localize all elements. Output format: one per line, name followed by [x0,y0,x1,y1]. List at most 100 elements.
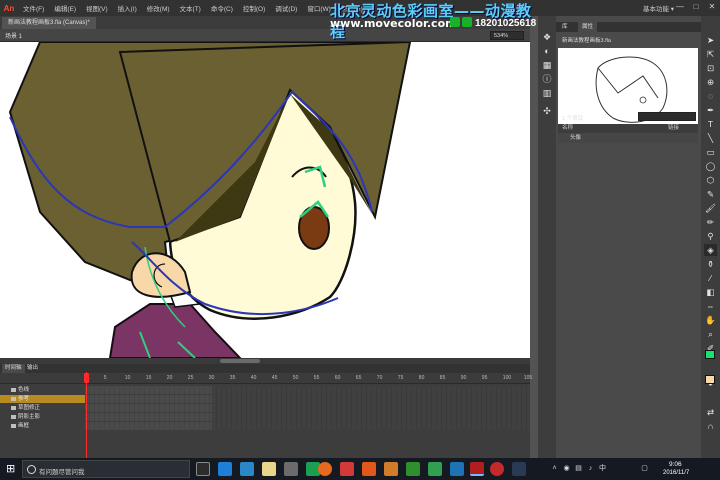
app-dark-icon[interactable] [512,462,526,476]
menu-commands[interactable]: 命令(C) [206,3,238,13]
frame-ruler[interactable]: 1510152025303540455055606570758085909510… [0,374,553,384]
width-tool-icon[interactable]: ⇔ [704,300,717,312]
col-linkage[interactable]: 链接 [668,124,679,133]
col-name[interactable]: 名称 [562,124,573,133]
layer-empty-frames[interactable] [212,404,530,412]
hand-tool-icon[interactable]: ✋ [704,314,717,326]
cortana-search-box[interactable]: 有问题尽管问我 [22,460,190,478]
animate-app-icon[interactable] [470,462,484,476]
polystar-icon[interactable]: ⬡ [704,174,717,186]
brush-tool-icon[interactable]: 🖌 [704,202,717,214]
menu-modify[interactable]: 修改(M) [142,3,175,13]
rectangle-tool-icon[interactable]: ▭ [704,146,717,158]
oval-tool-icon[interactable]: ◯ [704,160,717,172]
zoom-field[interactable]: 534% [490,31,524,40]
layer-row[interactable]: 阴影主影 [0,413,530,421]
tab-output[interactable]: 输出 [24,364,41,373]
fill-color-swatch[interactable] [705,375,715,384]
eraser-icon[interactable]: ◧ [704,286,717,298]
swatches-icon[interactable]: ▦ [542,60,552,70]
3d-rotation-icon[interactable]: ⊕ [704,76,717,88]
wechat-app-icon[interactable] [406,462,420,476]
menu-help[interactable]: 帮助(H) [336,3,368,13]
layer-row[interactable]: 画框 [0,422,530,430]
align-icon[interactable]: ▥ [542,88,552,98]
menu-insert[interactable]: 插入(I) [113,3,142,13]
stage-canvas[interactable] [0,42,530,358]
windows-start-icon[interactable]: ⊞ [6,463,18,475]
layers-icon[interactable]: ❖ [542,32,552,42]
info-icon[interactable]: ⓘ [542,74,552,84]
firefox-icon[interactable] [318,462,332,476]
layer-row[interactable]: 草图修正 [0,404,530,412]
minimize-button[interactable]: — [674,2,686,13]
recorder-app-icon[interactable] [490,462,504,476]
color-icon[interactable]: ◐ [542,46,552,56]
tray-arrow-icon[interactable]: ˄ [550,464,559,473]
file-explorer-icon[interactable] [262,462,276,476]
tab-properties[interactable]: 属性 [578,22,598,32]
tab-timeline[interactable]: 时间轴 [2,364,25,373]
maximize-button[interactable]: □ [690,2,702,13]
menu-control[interactable]: 控制(O) [238,3,270,13]
close-button[interactable]: ✕ [706,2,718,13]
task-view-icon[interactable] [196,462,210,476]
ink-bottle-icon[interactable]: ⚱ [704,258,717,270]
app-orange-icon[interactable] [362,462,376,476]
edge-browser-icon[interactable] [218,462,232,476]
workspace-switcher[interactable]: 基本功能 ▾ [643,3,674,13]
swap-colors-icon[interactable]: ⇄ [704,406,717,418]
pen-tool-icon[interactable]: ✒ [704,104,717,116]
notification-icon[interactable]: ▢ [640,464,649,473]
menu-file[interactable]: 文件(F) [18,3,49,13]
paint-brush-icon[interactable]: ✏ [704,216,717,228]
snap-icon[interactable]: ∩ [704,420,717,432]
menu-edit[interactable]: 编辑(E) [49,3,81,13]
library-document-name[interactable]: 新画法教程画板3.fla [562,36,611,44]
ruler-tick-label: 70 [376,375,383,381]
transform-icon[interactable]: ✣ [542,106,552,116]
document-tab[interactable]: 新画法教程画板3.fla (Canvas)* [2,17,96,29]
app-chat-icon[interactable] [428,462,442,476]
menu-debug[interactable]: 调试(D) [270,3,302,13]
menu-window[interactable]: 窗口(W) [302,3,335,13]
clock-date[interactable]: 2016/11/7 [663,470,689,476]
store-icon[interactable] [284,462,298,476]
selection-tool-icon[interactable]: ➤ [704,34,717,46]
scrollbar-thumb[interactable] [220,359,260,363]
zoom-tool-icon[interactable]: ⌕ [704,328,717,340]
volume-icon[interactable]: ♪ [586,464,595,473]
lasso-icon[interactable]: ◌ [704,90,717,102]
tray-app-icon[interactable]: ◉ [562,464,571,473]
line-tool-icon[interactable]: ╲ [704,132,717,144]
pencil-tool-icon[interactable]: ✎ [704,188,717,200]
library-item[interactable]: 头像 [558,133,698,143]
menu-text[interactable]: 文本(T) [175,3,206,13]
layer-empty-frames[interactable] [212,413,530,421]
text-tool-icon[interactable]: T [704,118,717,130]
app-amber-icon[interactable] [384,462,398,476]
bone-tool-icon[interactable]: ⚲ [704,230,717,242]
clock-time[interactable]: 9:06 [669,461,682,468]
menu-view[interactable]: 视图(V) [81,3,113,13]
layer-row[interactable]: 色线 [0,386,530,394]
app-red-icon[interactable] [340,462,354,476]
paint-bucket-icon[interactable]: ◈ [704,244,717,256]
playhead[interactable] [86,372,87,460]
scene-breadcrumb[interactable]: 场景 1 [5,31,22,40]
layer-empty-frames[interactable] [212,422,530,430]
subselection-tool-icon[interactable]: ⇱ [704,48,717,60]
tab-library[interactable]: 库 [558,22,572,32]
eyedropper-icon[interactable]: ⁄ [704,272,717,284]
ie-icon[interactable] [240,462,254,476]
network-icon[interactable]: ▤ [574,464,583,473]
library-search-input[interactable] [638,112,696,121]
media-player-icon[interactable] [450,462,464,476]
layer-empty-frames[interactable] [212,386,530,394]
stroke-color-swatch[interactable] [705,350,715,359]
ruler-tick-label: 100 [502,375,512,381]
free-transform-icon[interactable]: ⊡ [704,62,717,74]
layer-empty-frames[interactable] [212,395,530,403]
layer-row[interactable]: 参考 [0,395,530,403]
input-method-icon[interactable]: 中 [598,464,607,473]
